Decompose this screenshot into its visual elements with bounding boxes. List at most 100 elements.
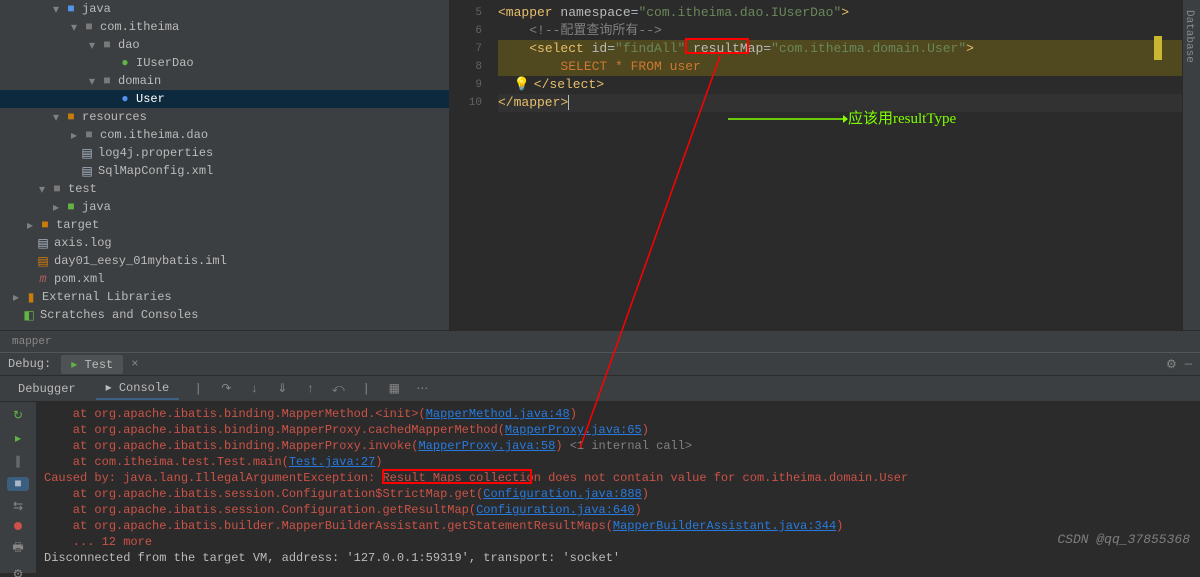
intention-bulb-icon[interactable]: 💡 [514,77,530,92]
tree-java[interactable]: ▾■ java [0,0,449,18]
stack-trace-line[interactable]: at com.itheima.test.Test.main(Test.java:… [44,454,1192,470]
chevron-down-icon: ▾ [50,111,62,123]
console-left-toolbar: ↻ ▸ ∥ ■ ⇆ 🖶 ⚙ [0,402,36,573]
tree-sqlmapconfig[interactable]: ▤SqlMapConfig.xml [0,162,449,180]
tree-iml[interactable]: ▤day01_eesy_01mybatis.iml [0,252,449,270]
soft-wrap-button[interactable]: ⇆ [7,499,29,514]
tree-com-itheima[interactable]: ▾■com.itheima [0,18,449,36]
settings-button[interactable]: ⚙ [7,567,29,577]
tree-label: IUserDao [136,56,194,70]
stack-trace-line[interactable]: at org.apache.ibatis.binding.MapperMetho… [44,406,1192,422]
chevron-down-icon: ▾ [50,3,62,15]
print-button[interactable]: 🖶 [7,538,29,559]
annotation-text: 应该用resultType [848,107,956,128]
chevron-down-icon: ▾ [68,21,80,33]
code-content[interactable]: <mapper namespace="com.itheima.dao.IUser… [490,0,1182,330]
tree-label: pom.xml [54,272,104,286]
code-line-9[interactable]: 💡</select> [498,76,1182,94]
rerun-button[interactable]: ↻ [7,408,29,423]
console-panel: ↻ ▸ ∥ ■ ⇆ 🖶 ⚙ at org.apache.ibatis.bindi… [0,402,1200,573]
file-icon: ▤ [36,236,50,250]
folder-icon: ■ [64,2,78,16]
tree-user[interactable]: ● User [0,90,449,108]
code-line-6[interactable]: <!--配置查询所有--> [498,22,1182,40]
stack-trace-line[interactable]: at org.apache.ibatis.session.Configurati… [44,502,1192,518]
tree-scratches[interactable]: ◧Scratches and Consoles [0,306,449,324]
tree-target[interactable]: ▸■target [0,216,449,234]
code-editor[interactable]: 5 6 7 8 9 10 <mapper namespace="com.ithe… [450,0,1182,330]
console-tab[interactable]: ▸ Console [96,377,180,400]
tree-pom[interactable]: m pom.xml [0,270,449,288]
evaluate-icon[interactable]: ▦ [385,380,403,398]
stack-trace-line[interactable]: at org.apache.ibatis.builder.MapperBuild… [44,518,1192,534]
debug-toolbar: Debugger ▸ Console | ↷ ↓ ⇓ ↑ ⤺ | ▦ ⋯ [0,376,1200,402]
settings-icon[interactable]: ⚙ [1166,357,1177,372]
stack-trace-line[interactable]: at org.apache.ibatis.session.Configurati… [44,486,1192,502]
stack-trace-line[interactable]: ... 12 more [44,534,1192,550]
pause-button[interactable]: ∥ [7,454,29,469]
stack-trace-line[interactable]: Caused by: java.lang.IllegalArgumentExce… [44,470,1192,486]
tree-axis-log[interactable]: ▤axis.log [0,234,449,252]
right-tool-bar[interactable]: Database [1182,0,1200,330]
tree-dao[interactable]: ▾■dao [0,36,449,54]
watermark: CSDN @qq_37855368 [1057,532,1190,547]
breadcrumb-bar[interactable]: mapper [0,330,1200,352]
tree-label: test [68,182,97,196]
force-step-into-icon[interactable]: ⇓ [273,380,291,398]
tree-label: Scratches and Consoles [40,308,198,322]
console-icon: ▸ [106,381,119,395]
toolbar-sep2: | [357,380,375,398]
disconnect-line: Disconnected from the target VM, address… [44,550,1192,566]
code-line-10[interactable]: </mapper> [498,94,1182,112]
package-icon: ■ [82,128,96,142]
target-icon: ■ [38,218,52,232]
view-breakpoints-button[interactable] [7,522,29,530]
console-output[interactable]: at org.apache.ibatis.binding.MapperMetho… [36,402,1200,573]
tree-label: com.itheima.dao [100,128,208,142]
tree-resources[interactable]: ▾■resources [0,108,449,126]
stack-trace-line[interactable]: at org.apache.ibatis.binding.MapperProxy… [44,422,1192,438]
tree-com-itheima-dao[interactable]: ▸■ com.itheima.dao [0,126,449,144]
tree-domain[interactable]: ▾■domain [0,72,449,90]
spacer [104,93,116,105]
warning-stripe[interactable] [1154,36,1162,60]
more-icon[interactable]: ⋯ [413,380,431,398]
step-over-icon[interactable]: ↷ [217,380,235,398]
tree-label: java [82,2,111,16]
drop-frame-icon[interactable]: ⤺ [329,380,347,398]
chevron-down-icon: ▾ [36,183,48,195]
tree-label: log4j.properties [98,146,213,160]
chevron-down-icon: ▾ [86,75,98,87]
tree-label: com.itheima [100,20,179,34]
tree-ext-libs[interactable]: ▸▮External Libraries [0,288,449,306]
module-icon: ▤ [36,254,50,268]
step-into-icon[interactable]: ↓ [245,380,263,398]
resume-button[interactable]: ▸ [7,431,29,446]
project-tree[interactable]: ▾■java ▾■com.itheima ▾■dao ●IUserDao ▾■d… [0,0,450,330]
step-out-icon[interactable]: ↑ [301,380,319,398]
stop-button[interactable]: ■ [7,477,29,491]
debug-config-tab[interactable]: ▸ Test [61,355,123,374]
tree-label: SqlMapConfig.xml [98,164,213,178]
code-line-5[interactable]: <mapper namespace="com.itheima.dao.IUser… [498,4,1182,22]
minimize-icon[interactable]: — [1185,357,1192,372]
interface-icon: ● [118,56,132,70]
tree-log4j[interactable]: ▤ log4j.properties [0,144,449,162]
stack-trace-line[interactable]: at org.apache.ibatis.binding.MapperProxy… [44,438,1192,454]
class-icon: ● [118,92,132,106]
tree-java2[interactable]: ▸■java [0,198,449,216]
debugger-tab[interactable]: Debugger [8,379,86,399]
chevron-right-icon: ▸ [68,129,80,141]
tree-test[interactable]: ▾■test [0,180,449,198]
code-line-7[interactable]: <select id="findAll" resultMap="com.ithe… [498,40,1182,58]
maven-icon: m [36,272,50,286]
breadcrumb-item[interactable]: mapper [12,336,52,348]
close-icon[interactable]: × [131,357,138,371]
properties-icon: ▤ [80,146,94,160]
tree-label: User [136,92,165,106]
tree-iuserdao[interactable]: ● IUserDao [0,54,449,72]
tree-label: dao [118,38,140,52]
database-tool-label[interactable]: Database [1183,0,1195,63]
debug-tool-header[interactable]: Debug: ▸ Test × ⚙ — [0,352,1200,376]
code-line-8[interactable]: SELECT * FROM user [498,58,1182,76]
